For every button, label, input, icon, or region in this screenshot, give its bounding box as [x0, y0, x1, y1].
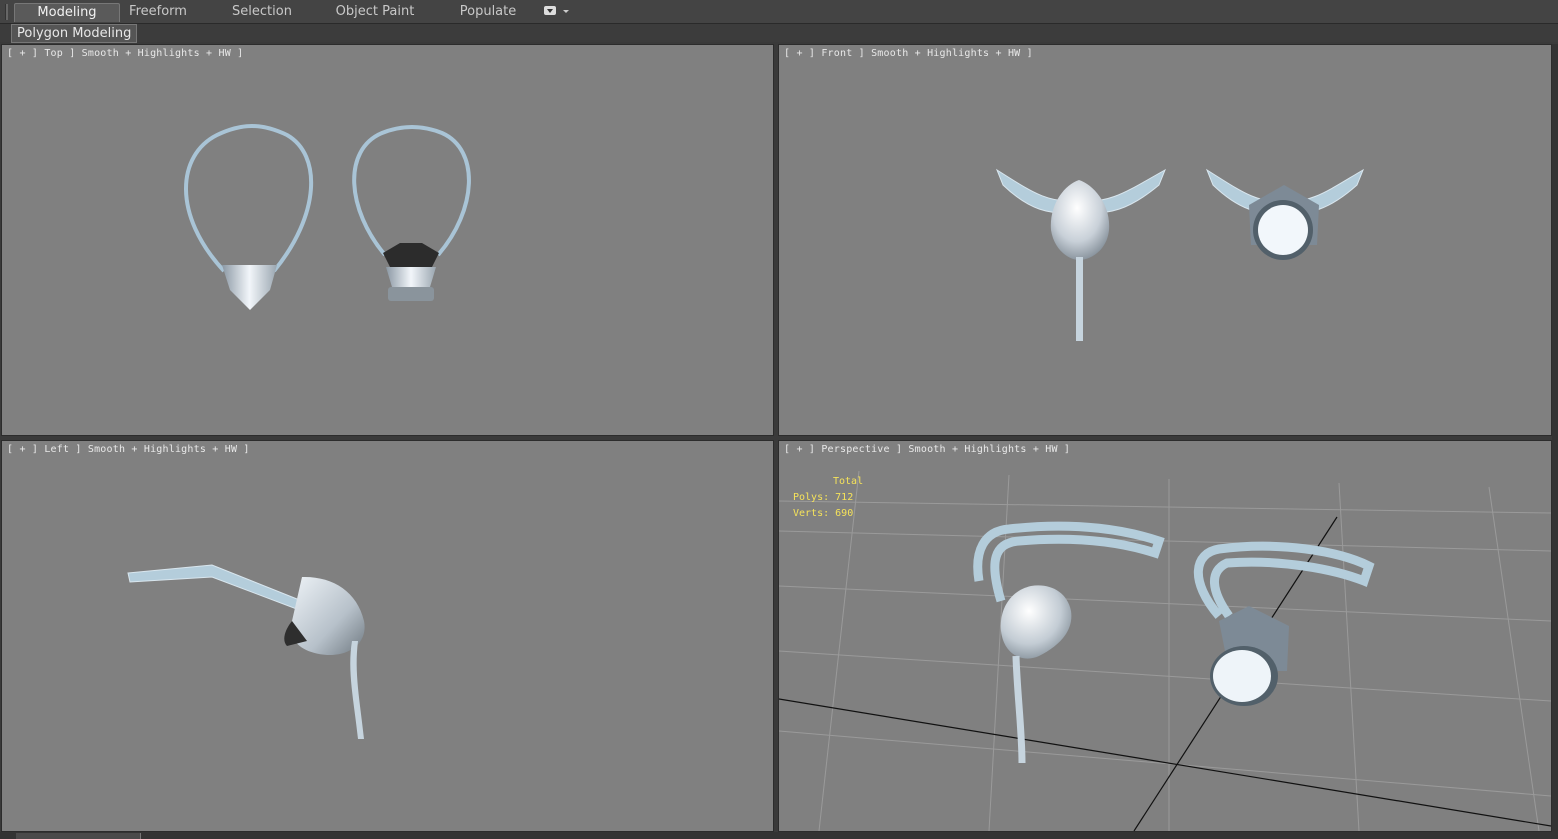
respirator-model[interactable] [1193, 541, 1375, 706]
respirator-model[interactable] [1205, 168, 1365, 260]
oxygen-mask-model[interactable] [995, 168, 1166, 341]
ribbon-panel-strip [0, 24, 1558, 42]
respirator-model[interactable] [352, 125, 471, 301]
viewport-label[interactable]: [ + ] Perspective ] Smooth + Highlights … [784, 444, 1070, 455]
tab-modeling[interactable]: Modeling [14, 3, 120, 22]
statistics-overlay: Total Polys: 712 Verts: 690 [793, 474, 863, 522]
stats-polys: Polys: 712 [793, 492, 854, 503]
oxygen-mask-model[interactable] [973, 521, 1165, 764]
ribbon-options-icon[interactable] [544, 6, 556, 15]
tab-object-paint[interactable]: Object Paint [334, 3, 416, 21]
subtab-polygon-modeling[interactable]: Polygon Modeling [11, 24, 138, 43]
viewport-perspective-scene [779, 470, 1551, 831]
viewport-front-scene [995, 168, 1365, 341]
oxygen-mask-model[interactable] [127, 564, 365, 739]
viewport-label[interactable]: [ + ] Front ] Smooth + Highlights + HW ] [784, 48, 1033, 59]
time-slider[interactable] [16, 833, 141, 839]
viewport-label[interactable]: [ + ] Top ] Smooth + Highlights + HW ] [7, 48, 243, 59]
viewport-label[interactable]: [ + ] Left ] Smooth + Highlights + HW ] [7, 444, 250, 455]
ribbon-tab-bar: Modeling Freeform Selection Object Paint… [0, 0, 1558, 24]
status-bar-edge [0, 832, 1558, 839]
tab-freeform[interactable]: Freeform [122, 3, 194, 21]
ground-grid [779, 470, 1551, 831]
stats-verts: Verts: 690 [793, 508, 854, 519]
tab-selection[interactable]: Selection [226, 3, 298, 21]
command-panel-edge [1552, 44, 1558, 839]
oxygen-mask-model[interactable] [184, 124, 314, 310]
chevron-down-icon[interactable] [563, 10, 569, 13]
viewport-left[interactable]: [ + ] Left ] Smooth + Highlights + HW ] [1, 440, 774, 832]
tab-populate[interactable]: Populate [452, 3, 524, 21]
viewport-top-scene [184, 124, 471, 310]
viewport-left-scene [127, 564, 365, 739]
viewport-front[interactable]: [ + ] Front ] Smooth + Highlights + HW ] [778, 44, 1552, 436]
world-axis-lines [779, 516, 1551, 831]
viewport-top[interactable]: [ + ] Top ] Smooth + Highlights + HW ] [1, 44, 774, 436]
stats-header: Total [833, 476, 864, 487]
viewport-perspective[interactable]: [ + ] Perspective ] Smooth + Highlights … [778, 440, 1552, 832]
ribbon-grip[interactable] [5, 4, 8, 20]
